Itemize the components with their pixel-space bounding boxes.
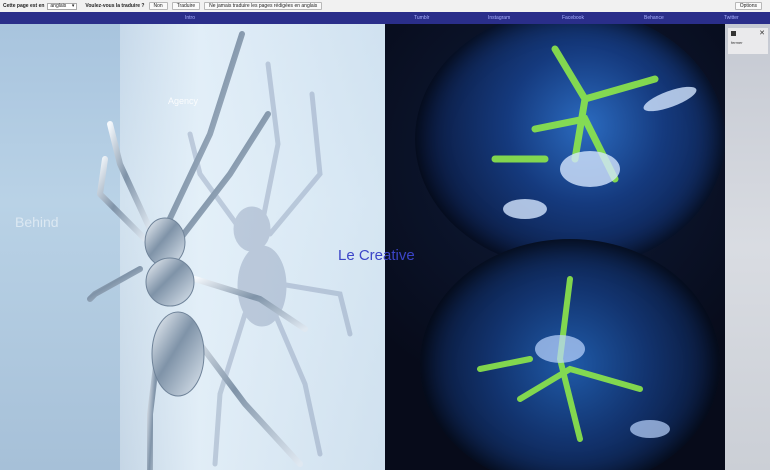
mini-panel: ✕ fermer	[728, 28, 768, 54]
never-translate-button[interactable]: Ne jamais traduire les pages rédigées en…	[204, 2, 323, 10]
dropdown-arrow-icon: ▾	[71, 3, 75, 9]
translate-button[interactable]: Traduire	[171, 2, 201, 10]
hero-left-panel: Agency Behind	[0, 24, 385, 470]
brand-title: Le Creative	[338, 247, 415, 264]
site-nav: Intro Tumblr Instagram Facebook Behance …	[0, 12, 770, 24]
spider-image	[87, 31, 353, 470]
close-icon[interactable]: ✕	[759, 29, 765, 37]
glass-orb-image	[415, 24, 725, 269]
faded-headline: Behind	[15, 214, 59, 230]
nav-link-twitter[interactable]: Twitter	[724, 15, 739, 21]
glass-orb-image-lower	[420, 239, 720, 470]
page-language-label: Cette page est en	[3, 3, 45, 9]
no-button[interactable]: Non	[148, 2, 168, 10]
nav-link-home[interactable]: Intro	[185, 15, 195, 21]
nav-link-tumblr[interactable]: Tumblr	[414, 15, 429, 21]
hero-right-panel	[385, 24, 725, 470]
translate-question: Voulez-vous la traduire ?	[85, 3, 145, 9]
panel-caption: fermer	[731, 40, 743, 45]
nav-link-facebook[interactable]: Facebook	[562, 15, 584, 21]
side-strip: ✕ fermer	[725, 24, 770, 470]
language-value: anglais	[50, 3, 67, 9]
panel-square-icon	[731, 31, 736, 36]
nav-link-instagram[interactable]: Instagram	[488, 15, 510, 21]
nav-link-behance[interactable]: Behance	[644, 15, 664, 21]
options-button[interactable]: Options	[734, 2, 762, 10]
language-select[interactable]: anglais ▾	[47, 2, 78, 10]
agency-label: Agency	[168, 96, 199, 106]
